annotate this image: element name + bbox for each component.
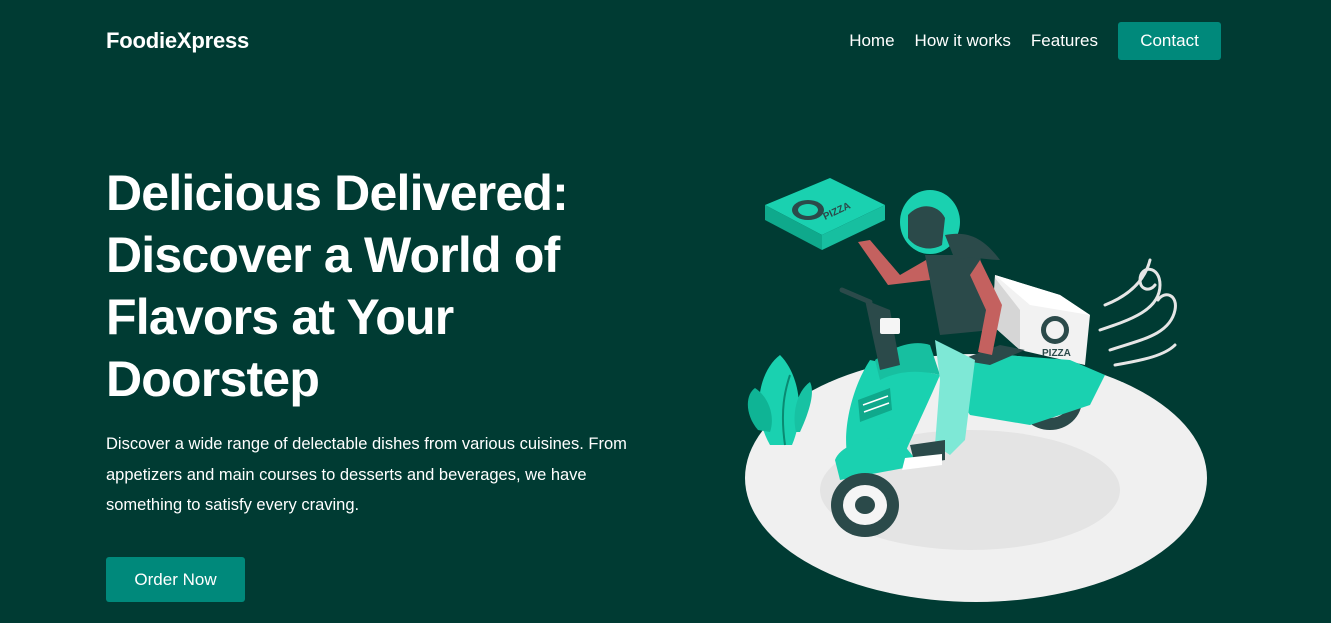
landing-page: FoodieXpress Home How it works Features … <box>0 0 1331 623</box>
contact-button[interactable]: Contact <box>1118 22 1221 60</box>
top-navbar: FoodieXpress Home How it works Features … <box>106 22 1221 60</box>
delivery-scooter-illustration: PIZZA PIZZA <box>745 178 1207 602</box>
nav-how-it-works-link[interactable]: How it works <box>915 31 1011 51</box>
wind-swirl-icon <box>1098 258 1177 367</box>
order-now-button[interactable]: Order Now <box>106 557 245 602</box>
hero-description: Discover a wide range of delectable dish… <box>106 435 627 514</box>
pizza-box-icon: PIZZA <box>765 178 885 250</box>
brand-logo[interactable]: FoodieXpress <box>106 28 249 54</box>
front-wheel <box>831 473 899 537</box>
box-label: PIZZA <box>1042 348 1071 359</box>
hero-title: Delicious Delivered: Discover a World of… <box>106 165 569 407</box>
nav-home-link[interactable]: Home <box>849 31 894 51</box>
nav-links: Home How it works Features Contact <box>829 22 1221 60</box>
nav-features-link[interactable]: Features <box>1031 31 1098 51</box>
